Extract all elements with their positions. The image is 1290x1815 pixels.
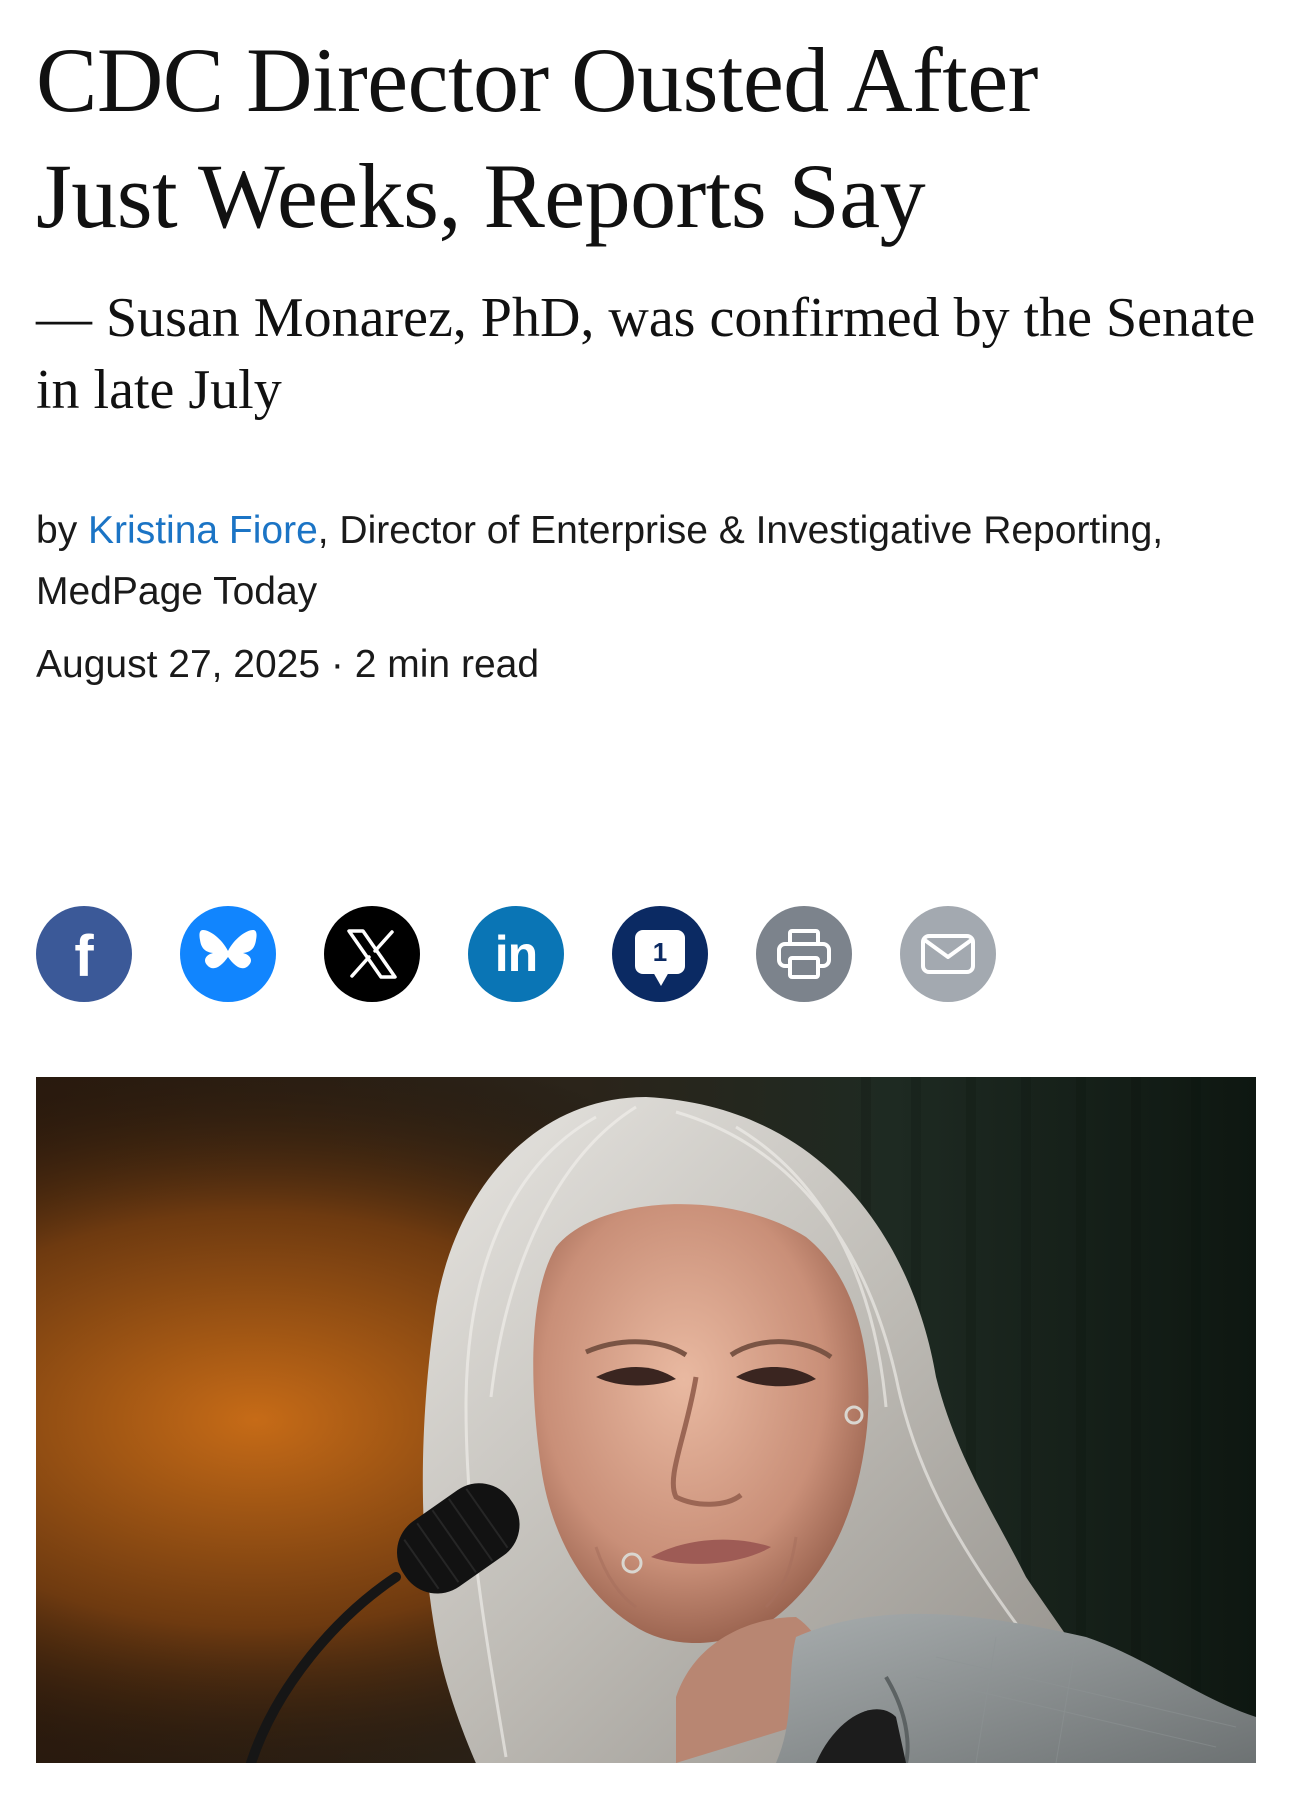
headline-line-1: CDC Director Ousted After [36,29,1038,131]
bluesky-butterfly-icon [199,930,257,969]
dateline-separator: · [320,643,355,686]
author-link[interactable]: Kristina Fiore [88,509,318,552]
printer-icon [777,929,831,979]
article-headline: CDC Director Ousted After Just Weeks, Rep… [36,22,1256,254]
x-icon [347,929,397,979]
headline-line-2: Just Weeks, Reports Say [36,145,926,247]
byline-prefix: by [36,509,89,552]
byline: by Kristina Fiore, Director of Enterpris… [36,500,1256,622]
comment-bubble-icon: 1 [635,930,685,986]
email-button[interactable] [900,906,996,1002]
share-x-button[interactable] [324,906,420,1002]
article-dek: — Susan Monarez, PhD, was confirmed by t… [36,287,1256,421]
linkedin-icon: in [494,926,538,982]
share-bar: f in 1 [36,906,996,1002]
share-linkedin-button[interactable]: in [468,906,564,1002]
share-facebook-button[interactable]: f [36,906,132,1002]
print-button[interactable] [756,906,852,1002]
comments-button[interactable]: 1 [612,906,708,1002]
dateline: August 27, 2025 · 2 min read [36,640,539,690]
publish-date: August 27, 2025 [36,643,321,686]
envelope-icon [921,934,975,974]
facebook-icon: f [74,924,94,989]
hero-photo [36,1077,1256,1763]
hero-image [36,1077,1256,1763]
share-bluesky-button[interactable] [180,906,276,1002]
read-time: 2 min read [354,643,540,686]
comment-count: 1 [652,937,668,967]
